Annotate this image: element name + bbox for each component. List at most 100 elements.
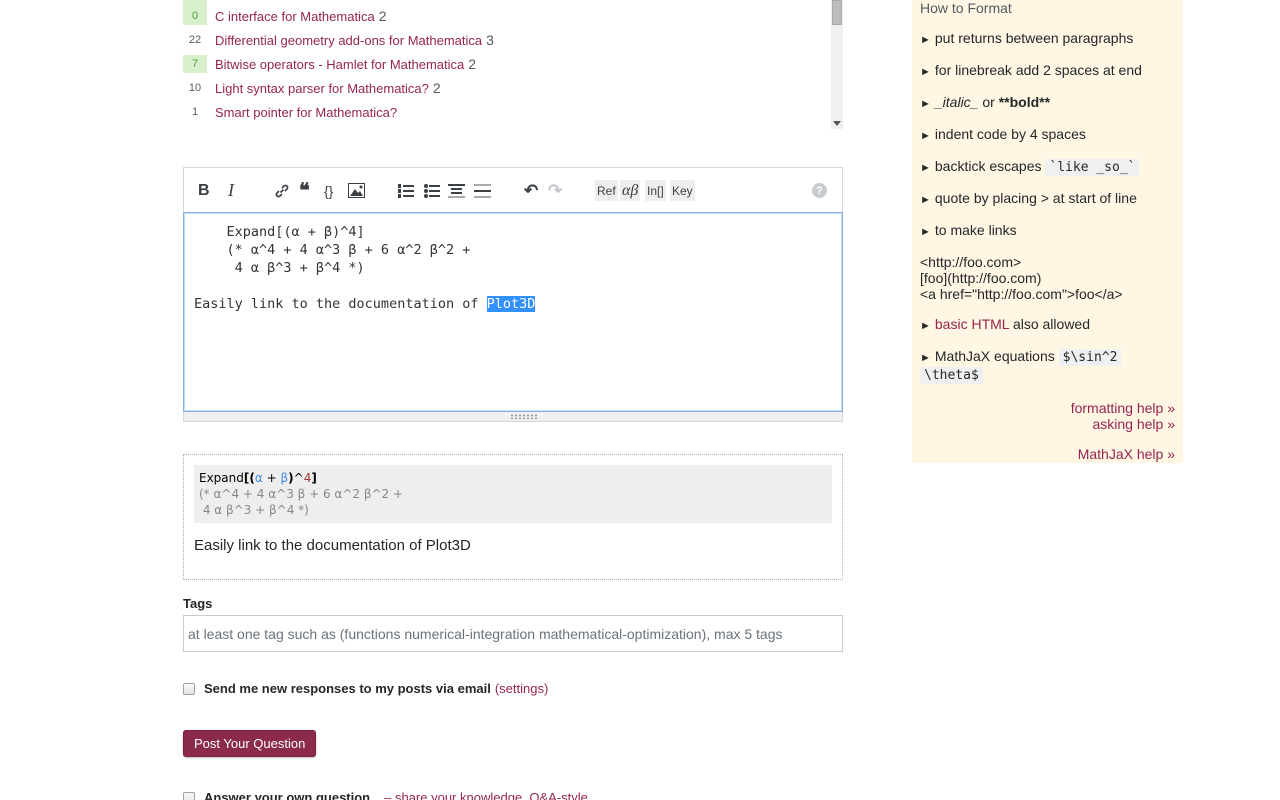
help-text: for linebreak add 2 spaces at end — [934, 62, 1142, 78]
help-code: \theta$ — [920, 367, 983, 384]
blockquote-icon[interactable]: ❝ — [299, 180, 310, 202]
scrollbar[interactable] — [831, 0, 843, 129]
help-text: to make links — [934, 222, 1017, 238]
redo-icon[interactable]: ↷ — [548, 180, 562, 201]
tags-input[interactable] — [183, 615, 843, 652]
question-link[interactable]: Differential geometry add-ons for Mathem… — [215, 33, 482, 48]
answer-own-row: Answer your own question – share your kn… — [183, 790, 588, 800]
heading-icon[interactable] — [448, 180, 465, 201]
answer-own-link[interactable]: – share your knowledge, Q&A-style — [384, 790, 588, 800]
email-notify-checkbox[interactable] — [183, 682, 195, 695]
question-link[interactable]: C interface for Mathematica — [215, 9, 375, 24]
help-icon[interactable]: ? — [812, 183, 827, 198]
triangle-icon: ► — [920, 226, 931, 238]
help-text: [foo](http://foo.com) — [920, 270, 1042, 286]
editor-line: Expand[(α + β)^4] — [194, 224, 365, 240]
editor-line: Easily link to the documentation of — [194, 296, 487, 312]
mathjax-help-link[interactable]: MathJaX help » — [1078, 446, 1175, 462]
question-link[interactable]: Light syntax parser for Mathematica? — [215, 81, 429, 96]
basic-html-link[interactable]: basic HTML — [935, 316, 1009, 332]
preview-paragraph: Easily link to the documentation of Plot… — [194, 537, 471, 554]
list-item[interactable]: 0 C interface for Mathematica 2 — [183, 4, 826, 28]
vote-score: 22 — [188, 34, 202, 46]
bulleted-list-icon[interactable] — [424, 180, 440, 201]
email-notify-label[interactable]: Send me new responses to my posts via em… — [204, 681, 491, 696]
code-token: Expand — [199, 471, 244, 485]
help-text: quote by placing > at start of line — [934, 190, 1137, 206]
undo-icon[interactable]: ↶ — [524, 180, 538, 201]
input-cell-button[interactable]: In[] — [645, 180, 666, 201]
help-item: ► backtick escapes `like _so_` — [920, 158, 1175, 176]
help-item: ► indent code by 4 spaces — [920, 126, 1175, 144]
answer-count: 2 — [432, 80, 441, 96]
question-link[interactable]: Bitwise operators - Hamlet for Mathemati… — [215, 57, 464, 72]
triangle-icon: ► — [920, 352, 931, 364]
help-text: or — [978, 94, 999, 110]
help-text: <http://foo.com> — [920, 254, 1022, 270]
editor-toolbar: B I ❝ {} ↶ ↷ Ref αβ In[] Key ? — [183, 167, 843, 212]
vote-score — [183, 0, 207, 7]
resize-grip[interactable] — [183, 412, 843, 422]
help-item: ► MathJaX equations $\sin^2 \theta$ — [920, 348, 1175, 384]
key-button[interactable]: Key — [670, 180, 695, 201]
help-text: _italic_ — [934, 94, 979, 110]
markdown-editor: B I ❝ {} ↶ ↷ Ref αβ In[] Key ? Expand[(α… — [183, 167, 843, 422]
link-examples: <http://foo.com> [foo](http://foo.com) <… — [920, 254, 1175, 302]
similar-questions-list: 0 C interface for Mathematica 2 22 Diffe… — [183, 0, 826, 124]
vote-score: 1 — [191, 106, 199, 118]
answer-count: 2 — [468, 56, 477, 72]
triangle-icon: ► — [920, 162, 931, 174]
list-item[interactable]: 22 Differential geometry add-ons for Mat… — [183, 28, 826, 52]
triangle-icon: ► — [920, 98, 931, 110]
editor-line: 4 α β^3 + β^4 *) — [194, 260, 365, 276]
vote-score: 10 — [188, 82, 202, 94]
bold-icon[interactable]: B — [198, 180, 210, 201]
post-preview: Expand[(α + β)^4] (* α^4 + 4 α^3 β + 6 α… — [183, 454, 843, 580]
greek-letters-button[interactable]: αβ — [620, 180, 641, 201]
help-item: ► _italic_ or **bold** — [920, 94, 1175, 112]
code-comment: (* α^4 + 4 α^3 β + 6 α^2 β^2 + — [199, 487, 404, 501]
numbered-list-icon[interactable] — [398, 180, 414, 201]
scrollbar-thumb[interactable] — [832, 0, 842, 25]
post-question-button[interactable]: Post Your Question — [183, 730, 317, 757]
answer-own-label[interactable]: Answer your own question — [204, 790, 370, 800]
help-text: <a href="http://foo.com">foo</a> — [920, 286, 1123, 302]
triangle-icon: ► — [920, 320, 931, 332]
list-item[interactable]: 10 Light syntax parser for Mathematica? … — [183, 76, 826, 100]
formatting-help-sidebar: How to Format ► put returns between parag… — [912, 0, 1183, 463]
code-token: α — [254, 471, 263, 485]
help-text: MathJaX equations — [934, 348, 1059, 364]
help-item: ► quote by placing > at start of line — [920, 190, 1175, 208]
triangle-icon: ► — [920, 194, 931, 206]
horizontal-rule-icon[interactable] — [474, 180, 491, 201]
link-icon[interactable] — [274, 180, 290, 201]
list-item[interactable]: 1 Smart pointer for Mathematica? — [183, 100, 826, 124]
help-code: $\sin^2 — [1058, 349, 1122, 366]
answer-own-checkbox[interactable] — [183, 791, 195, 800]
help-text: indent code by 4 spaces — [934, 126, 1086, 142]
answer-count: 2 — [378, 8, 387, 24]
question-link[interactable]: Smart pointer for Mathematica? — [215, 105, 397, 120]
formatting-help-link[interactable]: formatting help » — [1071, 400, 1175, 416]
preview-code-block: Expand[(α + β)^4] (* α^4 + 4 α^3 β + 6 α… — [194, 465, 832, 523]
italic-icon[interactable]: I — [228, 180, 234, 201]
question-body-textarea[interactable]: Expand[(α + β)^4] (* α^4 + 4 α^3 β + 6 α… — [183, 212, 843, 412]
tags-label: Tags — [183, 596, 213, 611]
help-item: ► put returns between paragraphs — [920, 30, 1175, 48]
help-text: **bold** — [998, 94, 1051, 110]
help-code: `like _so_` — [1045, 159, 1140, 176]
code-icon[interactable]: {} — [324, 180, 333, 201]
settings-link[interactable]: (settings) — [495, 681, 548, 696]
triangle-icon: ► — [920, 34, 931, 46]
image-icon[interactable] — [348, 180, 365, 201]
answer-count: 3 — [486, 32, 494, 48]
vote-score: 0 — [183, 7, 207, 25]
similar-questions: 0 C interface for Mathematica 2 22 Diffe… — [183, 0, 843, 129]
editor-line: (* α^4 + 4 α^3 β + 6 α^2 β^2 + — [194, 242, 471, 258]
scroll-down-arrow-icon[interactable] — [833, 121, 841, 126]
list-item[interactable]: 7 Bitwise operators - Hamlet for Mathema… — [183, 52, 826, 76]
help-text: also allowed — [1009, 316, 1090, 332]
ref-button[interactable]: Ref — [595, 180, 618, 201]
asking-help-link[interactable]: asking help » — [1092, 416, 1175, 432]
help-item: ► for linebreak add 2 spaces at end — [920, 62, 1175, 80]
